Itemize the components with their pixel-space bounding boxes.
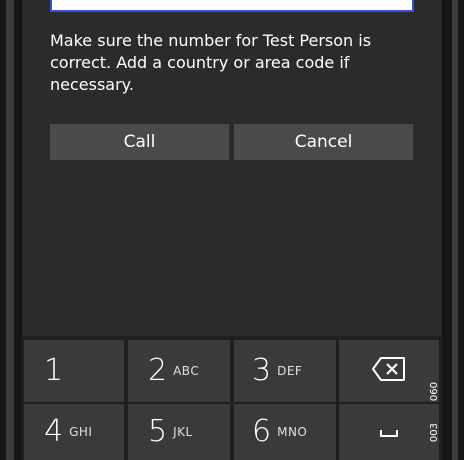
call-button[interactable]: Call: [50, 124, 229, 160]
key-6[interactable]: 6 MNO: [234, 404, 336, 460]
build-label: 060 003: [426, 382, 442, 442]
key-number: 4: [44, 414, 64, 449]
build-label-bottom: 003: [428, 422, 440, 442]
key-number: 6: [252, 414, 272, 449]
key-1[interactable]: 1: [24, 340, 124, 402]
device-frame-left: [0, 0, 22, 460]
key-letters: ABC: [173, 364, 200, 378]
cancel-button[interactable]: Cancel: [234, 124, 413, 160]
key-number: 2: [148, 353, 168, 388]
key-letters: JKL: [173, 425, 193, 439]
key-5[interactable]: 5 JKL: [128, 404, 230, 460]
key-letters: GHI: [69, 425, 93, 439]
key-letters: DEF: [277, 364, 303, 378]
build-label-top: 060: [428, 382, 440, 402]
key-3[interactable]: 3 DEF: [234, 340, 336, 402]
backspace-icon: [371, 356, 407, 386]
key-number: 3: [252, 353, 272, 388]
backspace-key[interactable]: [339, 340, 439, 402]
key-4[interactable]: 4 GHI: [24, 404, 124, 460]
space-key[interactable]: [339, 404, 439, 460]
key-letters: MNO: [277, 425, 308, 439]
device-frame-right: [442, 0, 464, 460]
phone-number-field[interactable]: [50, 0, 414, 12]
phone-screen: Make sure the number for Test Person is …: [22, 0, 442, 460]
dialog-message: Make sure the number for Test Person is …: [50, 31, 372, 94]
key-number: 1: [44, 353, 64, 388]
key-2[interactable]: 2 ABC: [128, 340, 230, 402]
space-icon: [379, 423, 399, 442]
key-number: 5: [148, 414, 168, 449]
numeric-keypad: 1 2 ABC 3 DEF 4 GHI 5 JKL 6 MNO: [22, 336, 442, 460]
